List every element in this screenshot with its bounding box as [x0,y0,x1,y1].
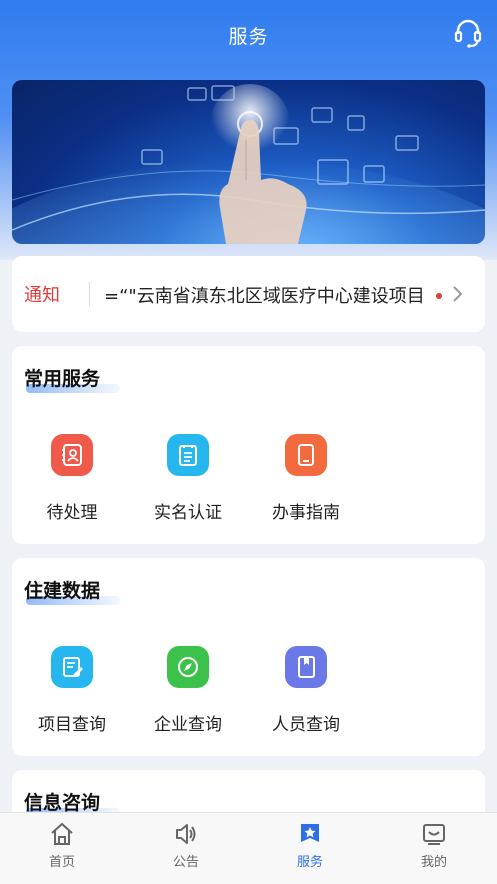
section-title: 信息咨询 [24,792,101,814]
notice-bar[interactable]: 通知 =“"云南省滇东北区域医疗中心建设项目 [12,256,485,332]
service-person-query[interactable]: 人员查询 [248,646,364,735]
speaker-icon [173,821,199,847]
notice-leading-mark: =“ [104,286,129,307]
tab-label: 公告 [172,855,199,870]
notice-divider [89,282,90,306]
pending-icon [51,434,93,476]
notice-tag: 通知 [24,285,60,306]
tablet-guide-icon [285,434,327,476]
service-company-query[interactable]: 企业查询 [130,646,246,735]
tab-label: 我的 [420,855,447,870]
service-label: 办事指南 [272,503,340,523]
notice-headline: "云南省滇东北区域医疗中心建设项目 [128,286,425,307]
id-card-icon [167,434,209,476]
hero-banner[interactable] [12,80,485,244]
service-label: 实名认证 [154,503,222,523]
service-label: 人员查询 [272,715,340,735]
home-icon [49,821,75,847]
tab-home[interactable]: 首页 [0,813,124,884]
tab-label: 服务 [296,855,323,870]
tab-announcements[interactable]: 公告 [124,813,248,884]
bottom-tab-bar: 首页 公告 服务 我的 [0,812,497,884]
service-realname[interactable]: 实名认证 [130,434,246,523]
tab-label: 首页 [48,855,75,870]
page-title: 服务 [228,26,269,48]
housing-data-card: 住建数据 项目查询 企业查询 人员查询 [12,558,485,756]
section-title: 住建数据 [24,580,101,602]
person-book-icon [285,646,327,688]
service-guide[interactable]: 办事指南 [248,434,364,523]
profile-icon [421,821,447,847]
service-pending[interactable]: 待处理 [14,434,130,523]
compass-icon [167,646,209,688]
headset-icon[interactable] [451,16,485,50]
project-doc-icon [51,646,93,688]
common-services-card: 常用服务 待处理 实名认证 办事指南 [12,346,485,544]
tab-mine[interactable]: 我的 [372,813,496,884]
service-label: 待处理 [46,503,98,523]
service-star-icon [297,821,323,847]
service-label: 项目查询 [38,715,106,735]
service-label: 企业查询 [154,715,222,735]
tab-services[interactable]: 服务 [248,813,372,884]
service-project-query[interactable]: 项目查询 [14,646,130,735]
top-bar: 服务 [0,0,497,72]
unread-dot [436,293,442,299]
section-title: 常用服务 [24,368,101,390]
chevron-right-icon[interactable] [450,283,466,305]
notice-text[interactable]: =“"云南省滇东北区域医疗中心建设项目 [104,282,434,308]
